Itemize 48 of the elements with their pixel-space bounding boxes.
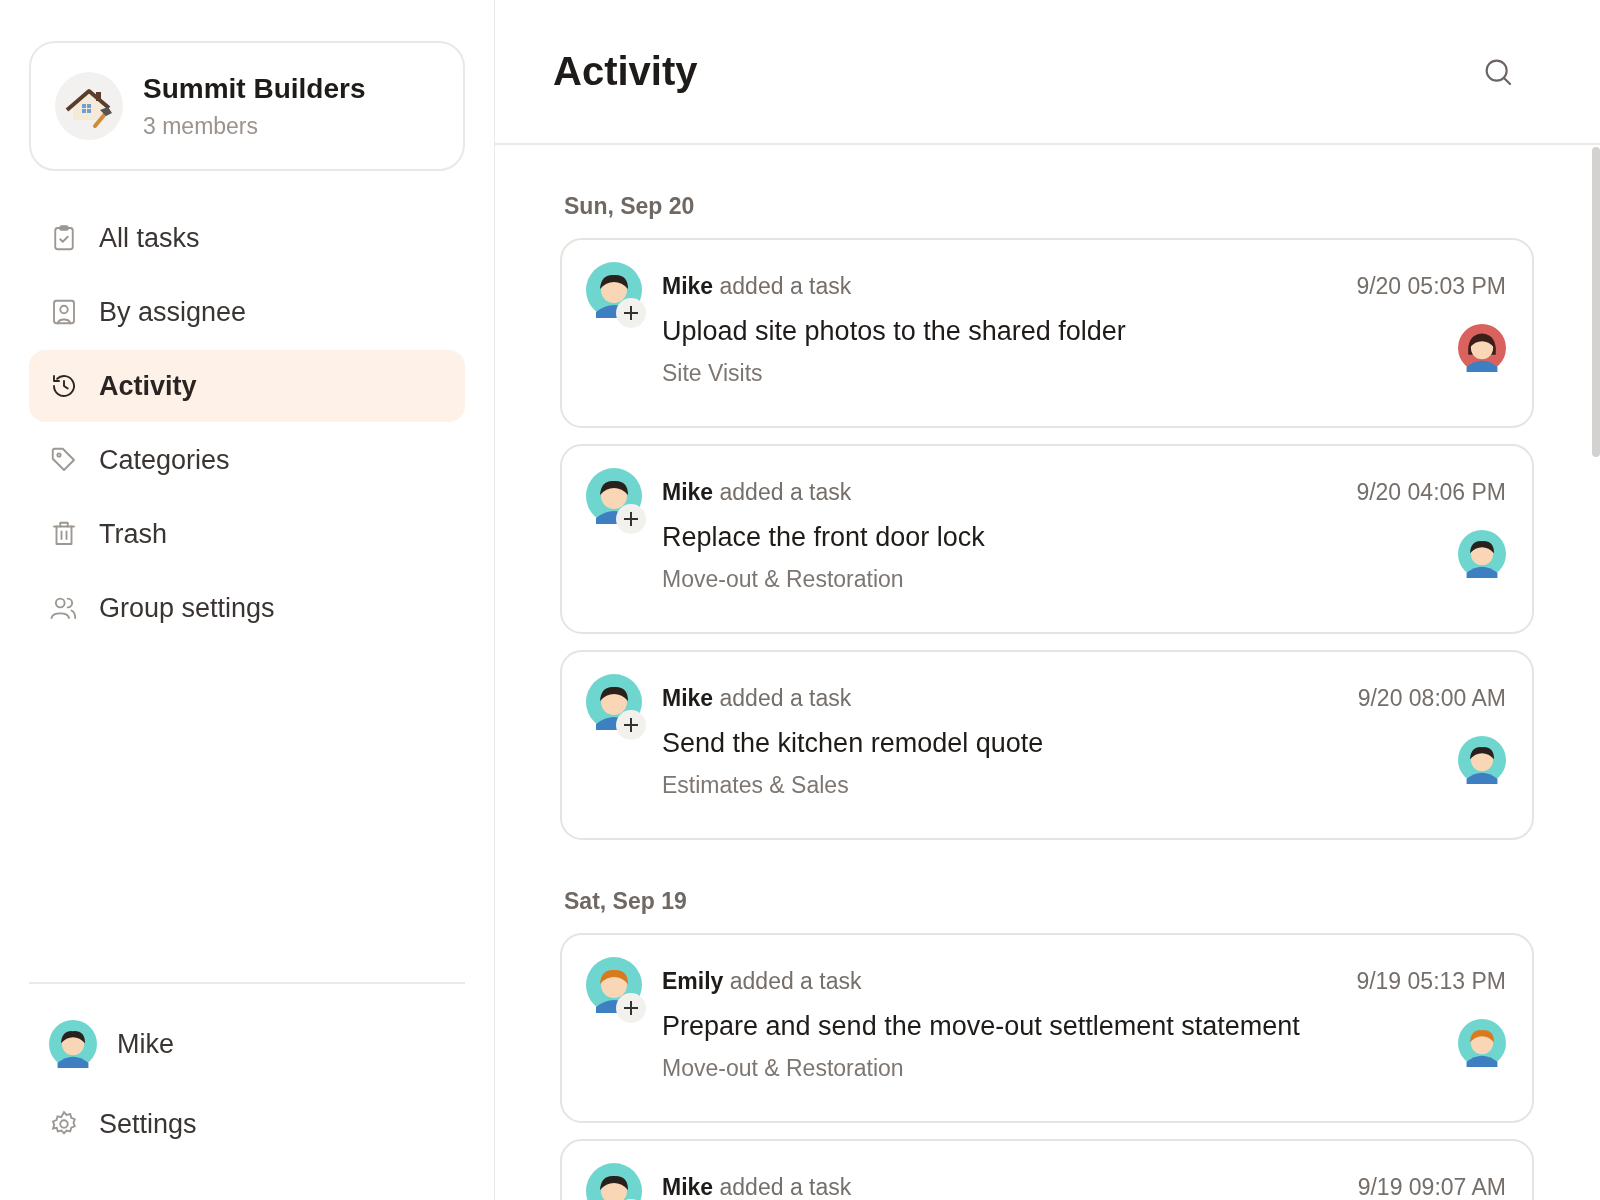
task-title: Prepare and send the move-out settlement statement	[662, 1010, 1300, 1042]
activity-card[interactable]: Mike added a task 9/19 09:07 AM	[560, 1139, 1534, 1200]
date-heading: Sat, Sep 19	[564, 888, 688, 915]
timestamp: 9/19 09:07 AM	[1357, 1173, 1506, 1200]
activity-card[interactable]: Mike added a task 9/20 05:03 PM Upload site photos to the shared folder Site Visits	[560, 238, 1534, 428]
nav-item[interactable]: By assignee	[29, 276, 465, 348]
category-label: Estimates & Sales	[662, 772, 850, 799]
user-button[interactable]: Mike	[29, 1012, 465, 1076]
settings-item[interactable]: Settings	[29, 1088, 465, 1160]
category-label: Move-out & Restoration	[662, 566, 905, 593]
group-card[interactable]: Summit Builders 3 members	[29, 41, 465, 171]
task-title: Send the kitchen remodel quote	[662, 727, 1044, 759]
date-heading: Sun, Sep 20	[564, 193, 696, 220]
action-text: added a task	[729, 967, 862, 994]
activity-card[interactable]: Mike added a task 9/20 04:06 PM Replace the front door lock Move-out & Restoration	[560, 444, 1534, 634]
timestamp: 9/19 05:13 PM	[1356, 967, 1506, 995]
nav-item[interactable]: Categories	[29, 424, 465, 496]
timestamp: 9/20 04:06 PM	[1356, 478, 1506, 506]
plus-icon	[616, 993, 646, 1023]
nav-item[interactable]: Activity	[29, 350, 465, 422]
actor-name: Mike	[662, 1173, 714, 1200]
plus-icon	[616, 298, 646, 328]
plus-icon	[616, 710, 646, 740]
actor-name: Mike	[662, 272, 714, 299]
timestamp: 9/20 05:03 PM	[1356, 272, 1506, 300]
activity-card[interactable]: Emily added a task 9/19 05:13 PM Prepare and send the move-out settlement statement Move-out & Restoration	[560, 933, 1534, 1123]
action-text: added a task	[719, 1173, 852, 1200]
house-icon	[55, 72, 123, 140]
nav-item[interactable]: All tasks	[29, 202, 465, 274]
nav-item[interactable]: Group settings	[29, 572, 465, 644]
member-count: 3 members	[143, 112, 260, 140]
category-label: Move-out & Restoration	[662, 1055, 905, 1082]
activity-card[interactable]: Mike added a task 9/20 08:00 AM Send the kitchen remodel quote Estimates & Sales	[560, 650, 1534, 840]
category-label: Site Visits	[662, 360, 764, 387]
group-name: Summit Builders	[143, 72, 366, 105]
action-text: added a task	[719, 272, 852, 299]
scrollbar[interactable]	[1592, 147, 1600, 457]
page-title: Activity	[553, 49, 698, 94]
action-text: added a task	[719, 684, 852, 711]
task-title: Replace the front door lock	[662, 521, 985, 553]
timestamp: 9/20 08:00 AM	[1357, 684, 1506, 712]
action-text: added a task	[719, 478, 852, 505]
actor-name: Emily	[662, 967, 724, 994]
actor-name: Mike	[662, 684, 714, 711]
plus-icon	[616, 504, 646, 534]
nav-item[interactable]: Trash	[29, 498, 465, 570]
task-title: Upload site photos to the shared folder	[662, 315, 1126, 347]
actor-name: Mike	[662, 478, 714, 505]
